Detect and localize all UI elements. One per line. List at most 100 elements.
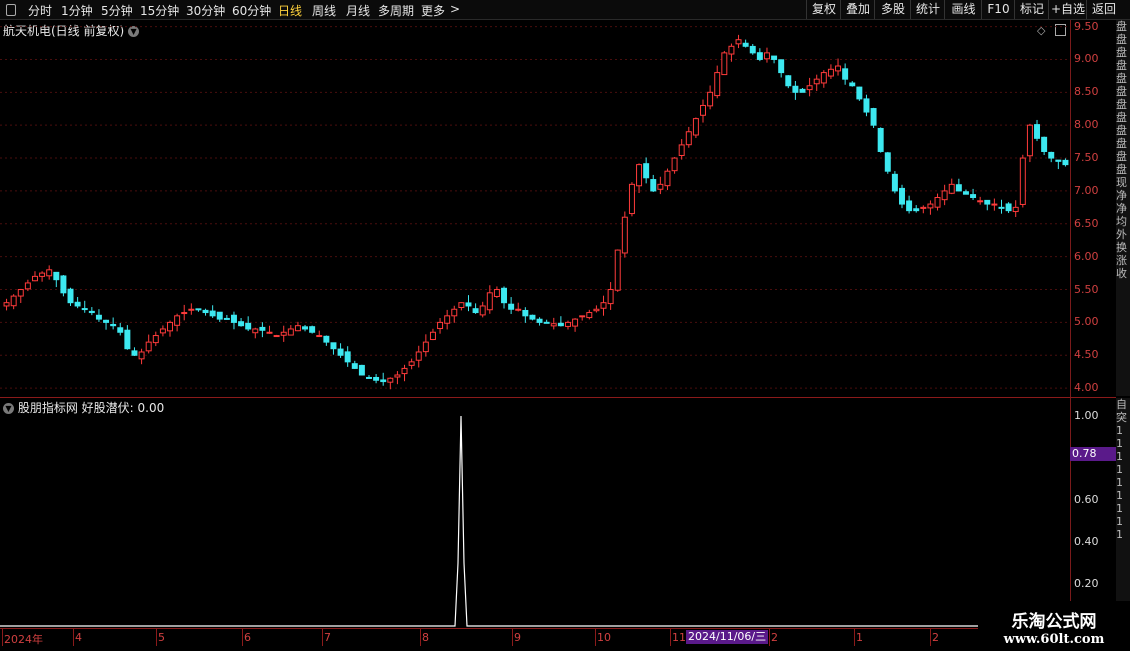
toolbar-button-6[interactable]: 标记 — [1014, 0, 1049, 19]
candle-body — [664, 170, 671, 187]
candlestick-chart[interactable] — [0, 20, 1070, 398]
date-tick-label: 1 — [856, 631, 863, 644]
candle-body — [74, 301, 81, 307]
right-strip-bottom-text: 自 突 1 1 1 1 1 1 1 1 1 — [1116, 398, 1127, 541]
candle-body — [721, 52, 728, 76]
date-tick-mark — [670, 628, 671, 646]
candle-body — [856, 86, 863, 100]
candle-body — [984, 199, 991, 205]
candle-body — [294, 325, 301, 332]
candle-body — [742, 42, 749, 47]
candle-body — [735, 39, 742, 45]
candle-body — [550, 323, 557, 327]
candle-body — [316, 335, 323, 338]
indicator-tick-label: 0.40 — [1074, 535, 1099, 548]
candle-body — [437, 321, 444, 330]
candle-body — [67, 288, 74, 304]
candle-body — [643, 163, 650, 179]
candle-body — [671, 157, 678, 172]
candle-body — [557, 322, 564, 327]
toolbar-button-5[interactable]: F10 — [981, 0, 1015, 19]
candle-body — [977, 200, 984, 203]
candle-body — [842, 68, 849, 80]
candle-body — [17, 289, 24, 297]
candle-body — [955, 184, 962, 192]
toolbar-button-2[interactable]: 多股 — [874, 0, 911, 19]
candle-body — [806, 85, 813, 91]
toolbar-button-7[interactable]: +自选 — [1048, 0, 1087, 19]
period-tab-2[interactable]: 5分钟 — [101, 2, 133, 19]
candle-body — [529, 314, 536, 320]
candle-body — [124, 329, 131, 350]
toolbar-button-1[interactable]: 叠加 — [840, 0, 875, 19]
candle-body — [472, 308, 479, 314]
candle-body — [792, 85, 799, 93]
candle-body — [906, 200, 913, 212]
period-tab-1[interactable]: 1分钟 — [61, 2, 93, 19]
candle-body — [913, 208, 920, 212]
period-tab-4[interactable]: 30分钟 — [186, 2, 225, 19]
site-watermark: 乐淘公式网 www.60lt.com — [978, 601, 1130, 650]
toolbar-button-4[interactable]: 画线 — [944, 0, 982, 19]
indicator-chart[interactable] — [0, 398, 1070, 628]
period-tab-10[interactable]: 更多 — [421, 2, 445, 19]
period-tab-3[interactable]: 15分钟 — [140, 2, 179, 19]
period-tab-8[interactable]: 月线 — [346, 2, 370, 19]
candle-body — [657, 183, 664, 190]
period-tab-7[interactable]: 周线 — [312, 2, 336, 19]
candle-body — [700, 104, 706, 116]
period-tab-9[interactable]: 多周期 — [378, 2, 414, 19]
candle-body — [586, 312, 593, 319]
candle-body — [181, 312, 188, 315]
indicator-tick-label: 1.00 — [1074, 409, 1099, 422]
candle-body — [884, 152, 891, 172]
candle-body — [1034, 124, 1041, 139]
candle-body — [302, 326, 309, 330]
candle-body — [1041, 136, 1048, 152]
candle-body — [429, 331, 436, 341]
price-tick-label: 8.00 — [1074, 118, 1099, 132]
date-tick-mark — [769, 628, 770, 646]
candle-body — [849, 82, 856, 87]
candle-body — [522, 309, 529, 317]
candle-body — [145, 341, 152, 352]
candle-body — [899, 187, 905, 205]
candle-body — [373, 376, 380, 381]
candle-body — [81, 308, 88, 311]
candle-body — [209, 310, 216, 317]
candle-body — [785, 75, 792, 87]
candle-body — [223, 317, 230, 320]
toolbar-button-8[interactable]: 返回 — [1086, 0, 1121, 19]
candle-body — [451, 308, 458, 317]
candle-body — [3, 302, 10, 307]
candle-body — [458, 302, 465, 309]
watermark-title: 乐淘公式网 — [1011, 612, 1097, 632]
price-axis — [1070, 20, 1117, 398]
candle-body — [131, 350, 138, 356]
candle-body — [600, 302, 607, 309]
candle-body — [323, 335, 330, 343]
toolbar-button-3[interactable]: 统计 — [910, 0, 945, 19]
candle-body — [337, 348, 344, 356]
candle-body — [408, 361, 415, 366]
period-tab-6[interactable]: 日线 — [278, 2, 302, 19]
right-info-strip-lower: 自 突 1 1 1 1 1 1 1 1 1 — [1116, 398, 1130, 628]
candle-body — [685, 131, 692, 146]
candle-body — [444, 315, 451, 324]
candle-body — [88, 310, 95, 314]
date-tick-label: 10 — [597, 631, 611, 644]
candle-body — [273, 335, 280, 338]
toolbar-button-0[interactable]: 复权 — [806, 0, 841, 19]
candle-body — [628, 183, 635, 215]
candle-body — [95, 314, 102, 320]
chevron-right-icon[interactable]: > — [450, 2, 460, 16]
candle-body — [387, 377, 394, 383]
toolbar-menu-icon[interactable] — [6, 4, 16, 16]
candle-body — [230, 314, 237, 323]
price-tick-label: 6.50 — [1074, 216, 1099, 230]
candle-body — [1019, 157, 1026, 205]
candle-body — [607, 289, 614, 305]
period-tab-0[interactable]: 分时 — [28, 2, 52, 19]
candle-body — [415, 351, 422, 361]
period-tab-5[interactable]: 60分钟 — [232, 2, 271, 19]
